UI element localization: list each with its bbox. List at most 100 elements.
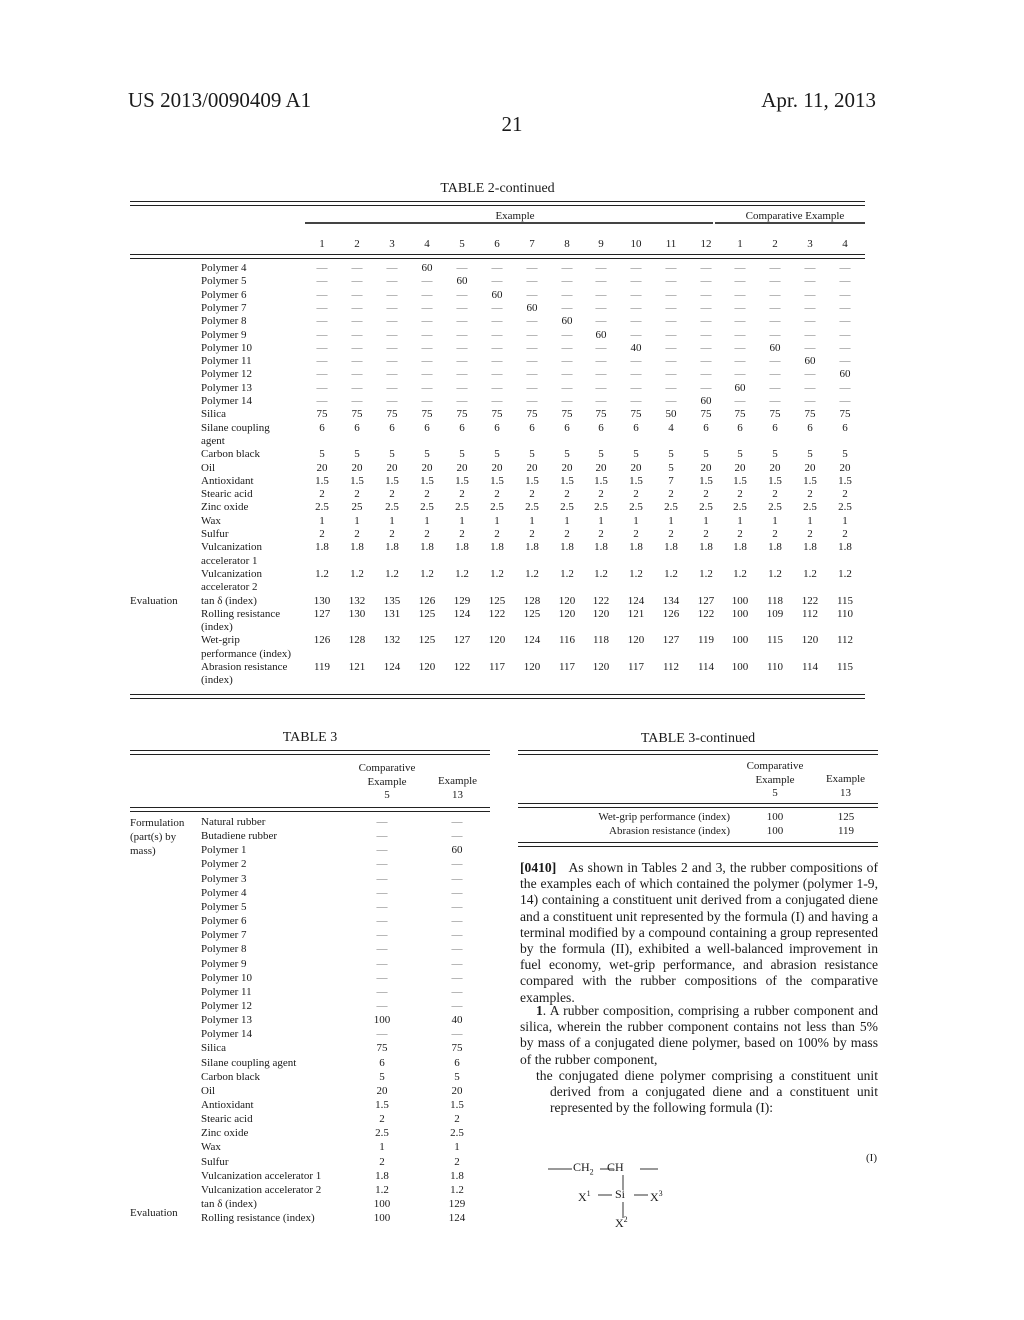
- row-label-line: Abrasion resistance: [201, 661, 288, 673]
- table-cell: 1.5: [838, 474, 852, 487]
- table-cell: 2: [529, 528, 535, 540]
- column-header: 7: [529, 238, 535, 250]
- table-cell: 2: [737, 488, 743, 501]
- table-cell: —: [386, 381, 398, 394]
- comparative-5-cell: 1.8: [375, 1169, 389, 1182]
- table-cell: —: [526, 275, 538, 288]
- table-cell: 117: [558, 661, 576, 673]
- column-header: 2: [354, 238, 360, 250]
- table-cell: —: [421, 328, 433, 341]
- example-13-cell: —: [451, 1028, 463, 1041]
- table-cell: 1.5: [629, 474, 643, 487]
- table-cell: 1: [319, 514, 325, 527]
- table-cell: 1.5: [420, 474, 434, 487]
- table-cell: 120: [418, 661, 436, 673]
- table-cell: 75: [839, 408, 851, 421]
- table-cell: —: [804, 395, 816, 407]
- example-13-cell: 1.2: [450, 1183, 464, 1196]
- table-cell: 116: [558, 634, 576, 647]
- table-cell: —: [561, 355, 573, 368]
- table-cell: —: [839, 328, 851, 341]
- row-label: Polymer 7: [201, 302, 247, 315]
- table-cell: —: [839, 395, 851, 407]
- table-cell: 5: [668, 461, 674, 474]
- table-cell: 75: [491, 408, 503, 421]
- row-label: Polymer 14: [201, 395, 252, 408]
- table-cell: —: [630, 301, 642, 314]
- table-cell: —: [700, 381, 712, 394]
- table-cell: 1.5: [385, 474, 399, 487]
- row-label-line: Polymer 5: [201, 275, 247, 288]
- table-cell: —: [665, 301, 677, 314]
- column-header: 8: [564, 238, 570, 250]
- table-cell: 5: [354, 448, 360, 461]
- table-cell: 114: [697, 661, 715, 673]
- row-label: Polymer 12: [201, 999, 253, 1012]
- table-cell: 126: [313, 634, 331, 647]
- table-cell: 120: [488, 634, 506, 647]
- row-label-line: Polymer 11: [201, 355, 252, 368]
- table-cell: 4: [668, 421, 674, 434]
- table-cell: 60: [456, 275, 468, 288]
- table-cell: —: [839, 288, 851, 301]
- formula-x1: X1: [578, 1187, 591, 1204]
- example-13-cell: 2.5: [450, 1127, 464, 1140]
- row-label: Polymer 11: [201, 355, 252, 368]
- row-label: Polymer 12: [201, 368, 252, 381]
- table-cell: —: [630, 395, 642, 407]
- table-cell: —: [456, 328, 468, 341]
- table-cell: —: [700, 262, 712, 274]
- table-cell: 1: [354, 514, 360, 527]
- table-cell: —: [734, 301, 746, 314]
- table-cell: —: [839, 341, 851, 354]
- table-cell: —: [769, 368, 781, 381]
- table-cell: 1.8: [594, 541, 608, 554]
- example-13-cell: —: [451, 830, 463, 843]
- table-cell: 1: [459, 514, 465, 527]
- table-cell: 1: [737, 514, 743, 527]
- table-cell: —: [386, 275, 398, 288]
- comparative-5-cell: 100: [373, 1014, 391, 1027]
- table-cell: —: [595, 262, 607, 274]
- row-label-line: Rolling resistance: [201, 607, 281, 620]
- table-3-top-rule: [130, 750, 490, 755]
- comparative-5-cell: —: [376, 830, 388, 843]
- table-cell: 6: [494, 421, 500, 434]
- column-header: 4: [424, 238, 430, 250]
- example-13-cell: 119: [837, 824, 855, 837]
- row-label: Silica: [201, 1042, 227, 1055]
- table-cell: —: [316, 341, 328, 354]
- example-13-cell: 75: [451, 1042, 463, 1055]
- example-13-cell: —: [451, 985, 463, 998]
- table-cell: —: [595, 395, 607, 407]
- table-cell: 1: [633, 514, 639, 527]
- table-cell: 1.8: [490, 541, 504, 554]
- table-cell: 120: [801, 634, 819, 647]
- table-cell: 112: [836, 634, 854, 647]
- table-cell: 1.2: [385, 567, 399, 580]
- table-cell: —: [526, 315, 538, 328]
- table-cell: 20: [630, 461, 642, 474]
- table-cell: 2: [564, 528, 570, 540]
- column-header: 3: [389, 238, 395, 250]
- table-cell: 20: [386, 461, 398, 474]
- table-cell: 75: [769, 408, 781, 421]
- row-label: Wet-grip performance (index): [598, 811, 730, 823]
- table-cell: —: [665, 368, 677, 381]
- group-line: Formulation: [130, 817, 185, 829]
- table-cell: —: [561, 368, 573, 381]
- table-cell: 118: [766, 594, 784, 607]
- comparative-5-cell: 5: [379, 1070, 385, 1083]
- comparative-5-cell: —: [376, 844, 388, 857]
- table-cell: 2: [807, 488, 813, 501]
- row-label-line: Vulcanization: [201, 541, 263, 554]
- table-cell: 1.8: [420, 541, 434, 554]
- table-cell: 2: [737, 528, 743, 540]
- comparative-5-cell: 100: [766, 824, 784, 837]
- row-label: Rolling resistance (index): [201, 608, 280, 635]
- table-cell: 1: [564, 514, 570, 527]
- table-cell: 124: [383, 661, 401, 673]
- table-cell: 1.8: [768, 541, 782, 554]
- table-cell: 2.5: [768, 501, 782, 514]
- table-cell: —: [421, 315, 433, 328]
